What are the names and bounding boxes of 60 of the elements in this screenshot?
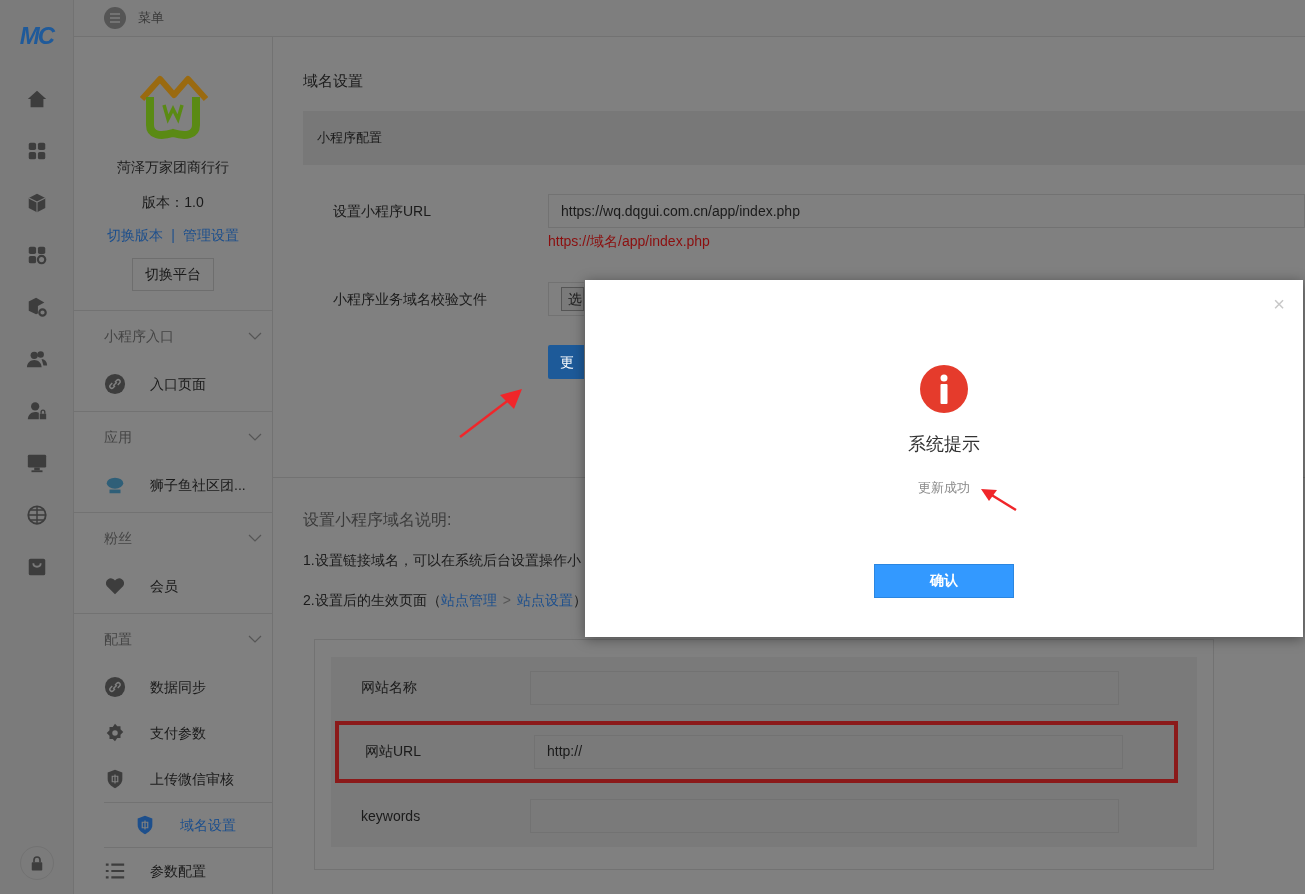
monitor-icon [25, 452, 48, 474]
chevron-down-icon[interactable] [248, 534, 262, 542]
url-hint: https://域名/app/index.php [548, 232, 711, 251]
home-icon [25, 88, 48, 110]
menu-item[interactable]: 参数配置 [74, 848, 272, 894]
url-input[interactable]: https://wq.dqgui.com.cn/app/index.php [548, 194, 1305, 228]
menu-item[interactable]: 狮子鱼社区团... [74, 462, 272, 508]
site-settings-link[interactable]: 站点设置 [516, 590, 573, 611]
globe-icon [25, 504, 48, 526]
arrow-drawing [981, 489, 1017, 512]
update-button[interactable]: 更 [548, 345, 584, 379]
arrow-drawing [459, 389, 522, 438]
confirm-button[interactable]: 确认 [874, 563, 1014, 598]
chevron-down-icon[interactable] [248, 332, 262, 340]
switch-platform-button[interactable]: 切换平台 [132, 258, 214, 291]
panel-header: 小程序配置 [303, 111, 1305, 165]
menu-item[interactable]: 域名设置 [104, 802, 272, 848]
chevron-down-icon[interactable] [248, 433, 262, 441]
text-input[interactable]: http:// [534, 735, 1123, 769]
store-logo [138, 73, 208, 141]
file-input[interactable]: 选 [548, 282, 584, 316]
choose-file-button[interactable]: 选 [561, 287, 584, 311]
info-icon [920, 365, 968, 413]
menu-group-title: 应用 [104, 427, 132, 447]
gear-icon [104, 722, 126, 744]
user-lock-icon [25, 400, 48, 422]
link-icon [104, 676, 126, 698]
field-label: 设置小程序URL [332, 202, 432, 221]
store-name: 菏泽万家团商行行 [117, 158, 229, 177]
switch-version-link[interactable]: 切换版本 [107, 225, 164, 246]
notes-title: 设置小程序域名说明: [303, 510, 453, 530]
site-management-link[interactable]: 站点管理 [440, 590, 497, 611]
dialog-title: 系统提示 [908, 433, 980, 456]
chevron-down-icon[interactable] [248, 635, 262, 643]
field-label: 网站名称 [361, 678, 418, 698]
menu-item[interactable]: 入口页面 [74, 361, 272, 407]
menu-item[interactable]: 上传微信审核 [74, 756, 272, 802]
menu-item[interactable]: 会员 [74, 563, 272, 609]
page-title: 域名设置 [303, 71, 364, 91]
menu-label: 菜单 [138, 9, 164, 28]
menu-item[interactable]: 支付参数 [74, 710, 272, 756]
breadcrumb-separator: > [502, 591, 511, 610]
list-icon [104, 860, 126, 882]
note-text: 1.设置链接域名，可以在系统后台设置操作小 [303, 551, 582, 570]
manage-settings-link[interactable]: 管理设置 [182, 225, 239, 246]
field-label: keywords [361, 806, 422, 826]
menu-icon[interactable] [104, 7, 126, 29]
note-text: ） [572, 591, 587, 610]
users-icon [25, 348, 48, 370]
version-text: 版本：1.0 [142, 193, 204, 212]
link-icon [104, 373, 126, 395]
cube-icon [25, 192, 48, 214]
dialog-message: 更新成功 [918, 479, 970, 497]
link-separator: | [171, 226, 175, 245]
note-text: 2.设置后的生效页面（ [303, 591, 441, 610]
menu-group-title: 配置 [104, 629, 132, 649]
menu-item[interactable]: 数据同步 [74, 664, 272, 710]
field-label: 小程序业务域名校验文件 [332, 290, 488, 309]
field-label: 网站URL [365, 742, 422, 762]
heart-icon [104, 575, 126, 597]
